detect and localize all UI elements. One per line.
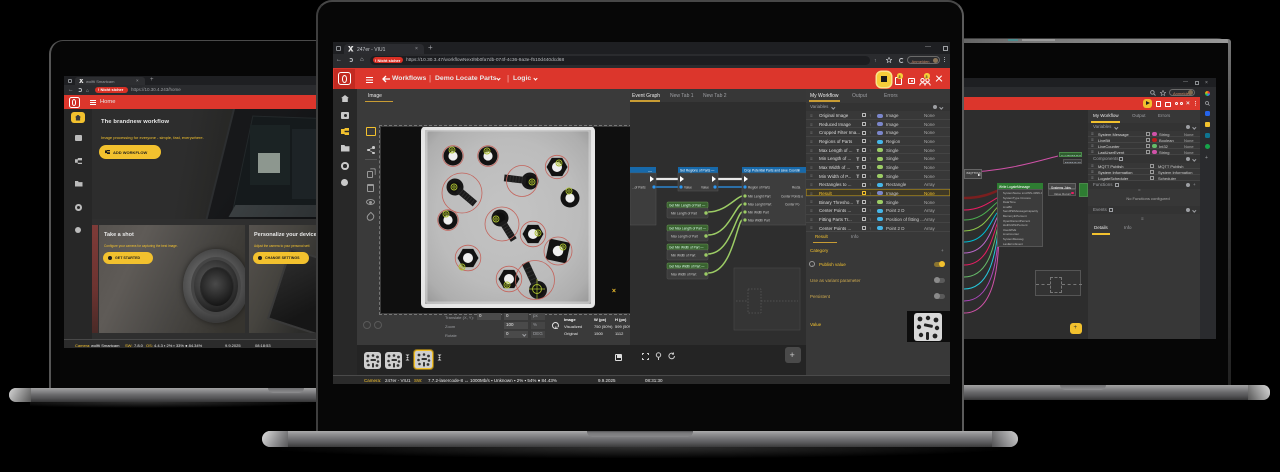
svg-text:Get Min Length of Part —: Get Min Length of Part — <box>669 204 706 208</box>
svg-text:Get Max Length of Part —: Get Max Length of Part — <box>669 227 707 231</box>
svg-text:Max Lenght Part: Max Lenght Part <box>748 203 772 207</box>
svg-text:Min Length of Part: Min Length of Part <box>671 212 697 216</box>
svg-text:Value: Value <box>684 186 692 190</box>
svg-text:Max Length of Part: Max Length of Part <box>671 235 698 239</box>
svg-text:Min Width Part: Min Width Part <box>748 211 769 215</box>
svg-text:Value: Value <box>701 186 709 190</box>
svg-text:Min Width of Part: Min Width of Part <box>671 254 696 258</box>
svg-text:Center Po: Center Po <box>785 203 800 207</box>
svg-text:Max Width Part: Max Width Part <box>748 219 770 223</box>
svg-text:Set Regions of Parts —: Set Regions of Parts — <box>680 169 715 173</box>
svg-text:Region of Parts: Region of Parts <box>748 186 770 190</box>
svg-text:Min Lenght Part: Min Lenght Part <box>748 195 771 199</box>
svg-text:Get Max Width of Part —: Get Max Width of Part — <box>669 265 705 269</box>
svg-text:...of Parts: ...of Parts <box>632 186 646 190</box>
svg-text:Get Min Width of Part —: Get Min Width of Part — <box>669 246 704 250</box>
svg-text:Center Points o: Center Points o <box>781 195 803 199</box>
svg-text:Recta: Recta <box>792 186 801 190</box>
svg-text:Max Width of Part: Max Width of Part <box>671 273 696 277</box>
svg-text:—: — <box>648 168 652 173</box>
svg-text:Crop Potential Parts and save: Crop Potential Parts and save Coordin <box>744 169 800 173</box>
